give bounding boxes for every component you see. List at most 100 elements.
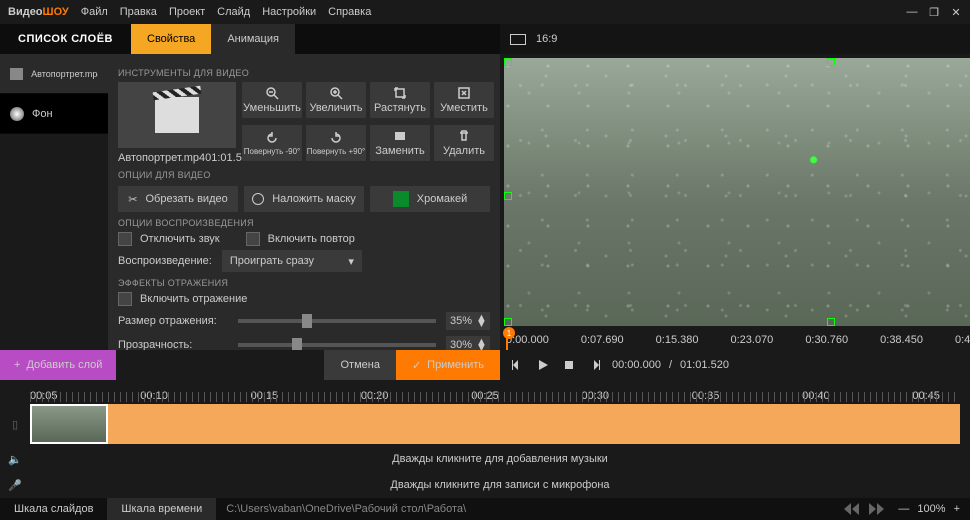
image-icon [393,129,407,143]
rotate-right-button[interactable]: Повернуть +90° [306,125,366,161]
delete-button[interactable]: Удалить [434,125,494,161]
selection-handle[interactable] [827,318,835,326]
stop-button[interactable] [560,356,578,374]
layer-thumbnail[interactable] [118,82,236,148]
reflection-opacity-label: Прозрачность: [118,339,228,350]
reflection-size-value[interactable]: 35%▲▼ [446,312,490,330]
mute-label: Отключить звук [140,233,220,245]
section-video-label: ОПЦИИ ДЛЯ ВИДЕО [118,170,490,180]
playback-label: Воспроизведение: [118,255,212,267]
menu-help[interactable]: Справка [328,6,371,18]
film-icon [10,68,23,80]
menu-edit[interactable]: Правка [120,6,157,18]
timeline-ruler[interactable]: 00:0500:1000:1500:2000:2500:3000:3500:40… [0,380,970,402]
menu-slide[interactable]: Слайд [217,6,250,18]
next-slide-button[interactable] [864,501,888,517]
video-track-icon: ▯ [4,418,26,431]
selection-handle[interactable] [504,192,512,200]
mute-checkbox[interactable] [118,232,132,246]
reflection-opacity-slider[interactable] [238,343,436,347]
loop-checkbox[interactable] [246,232,260,246]
play-button[interactable] [534,356,552,374]
layers-title: СПИСОК СЛОЁВ [0,24,131,54]
rotate-left-button[interactable]: Повернуть -90° [242,125,302,161]
zoom-out-button[interactable]: Уменьшить [242,82,302,118]
zoom-in-button[interactable]: Увеличить [306,82,366,118]
menubar: ВидеоШОУ Файл Правка Проект Слайд Настро… [0,0,970,24]
menu-file[interactable]: Файл [81,6,108,18]
reflection-size-slider[interactable] [238,319,436,323]
stretch-button[interactable]: Растянуть [370,82,430,118]
trash-icon [457,129,471,143]
fit-icon [457,86,471,100]
zoom-out-button[interactable]: — [898,503,909,515]
fit-button[interactable]: Уместить [434,82,494,118]
prev-frame-button[interactable] [508,356,526,374]
mic-icon: 🎤 [4,479,26,492]
layer-item-background[interactable]: Фон [0,94,108,134]
zoom-out-icon [265,86,279,100]
next-frame-button[interactable] [586,356,604,374]
aspect-icon [510,34,526,45]
zoom-in-icon [329,86,343,100]
chromakey-swatch-icon [393,191,409,207]
thumb-filename: Автопортрет.mp4 [118,152,205,164]
loop-label: Включить повтор [268,233,355,245]
prev-slide-button[interactable] [840,501,864,517]
reflection-size-label: Размер отражения: [118,315,228,327]
tab-time-scale[interactable]: Шкала времени [107,498,216,520]
preview-canvas[interactable] [504,58,970,326]
aspect-label: 16:9 [536,33,557,45]
replace-button[interactable]: Заменить [370,125,430,161]
section-reflection-label: ЭФФЕКТЫ ОТРАЖЕНИЯ [118,278,490,288]
tab-slides-scale[interactable]: Шкала слайдов [0,498,107,520]
selection-handle[interactable] [504,58,512,66]
reflection-checkbox[interactable] [118,292,132,306]
time-current: 00:00.000 [612,359,661,371]
app-logo: ВидеоШОУ [8,6,69,18]
mic-track[interactable]: 🎤 Дважды кликните для записи с микрофона [0,472,970,498]
close-icon[interactable]: ✕ [950,6,962,18]
playhead-marker[interactable]: 1 [503,327,515,339]
crop-video-button[interactable]: ✂Обрезать видео [118,186,238,212]
chevron-down-icon: ▾ [348,255,354,268]
music-track[interactable]: 🔈 Дважды кликните для добавления музыки [0,446,970,472]
stretch-icon [393,86,407,100]
speaker-icon: 🔈 [4,453,26,466]
minimize-icon[interactable]: — [906,6,918,18]
background-icon [10,107,24,121]
menu-settings[interactable]: Настройки [262,6,316,18]
section-playback-label: ОПЦИИ ВОСПРОИЗВЕДЕНИЯ [118,218,490,228]
circle-icon [252,193,264,205]
add-layer-button[interactable]: +Добавить слой [0,350,116,380]
layer-list: Автопортрет.mp4 Фон [0,54,108,350]
menu-project[interactable]: Проект [169,6,205,18]
reflection-label: Включить отражение [140,293,247,305]
video-track[interactable]: ▯ [0,402,970,446]
chromakey-button[interactable]: Хромакей [370,186,490,212]
plus-icon: + [14,359,20,371]
layer-label: Фон [32,108,53,120]
mic-hint: Дважды кликните для записи с микрофона [390,479,609,491]
apply-button[interactable]: ✓Применить [396,350,500,380]
zoom-in-button[interactable]: + [954,503,960,515]
layer-item-video[interactable]: Автопортрет.mp4 [0,54,108,94]
mask-button[interactable]: Наложить маску [244,186,364,212]
status-bar: Шкала слайдов Шкала времени C:\Users\vab… [0,498,970,520]
cancel-button[interactable]: Отмена [324,350,395,380]
preview-time-ruler[interactable]: 1 0:00.0000:07.6900:15.3800:23.0700:30.7… [500,330,970,350]
video-clip[interactable] [30,404,960,444]
check-icon: ✓ [412,359,421,372]
selection-handle[interactable] [504,318,512,326]
clapperboard-icon [155,97,199,133]
playback-select[interactable]: Проиграть сразу▾ [222,250,362,272]
project-path: C:\Users\vaban\OneDrive\Рабочий стол\Раб… [216,503,476,515]
rotate-left-icon [265,131,279,145]
selection-handle[interactable] [827,58,835,66]
tab-properties[interactable]: Свойства [131,24,211,54]
reflection-opacity-value[interactable]: 30%▲▼ [446,336,490,350]
tab-animation[interactable]: Анимация [211,24,295,54]
music-hint: Дважды кликните для добавления музыки [392,453,608,465]
maximize-icon[interactable]: ❐ [928,6,940,18]
layer-label: Автопортрет.mp4 [31,69,98,79]
